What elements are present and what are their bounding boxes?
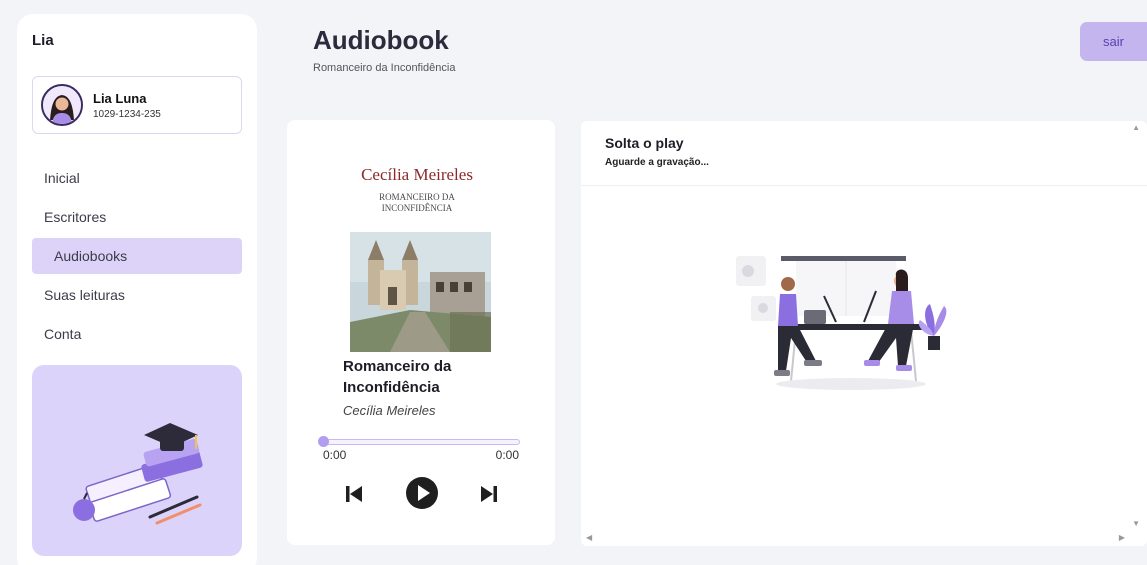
brand-name: Lia (32, 32, 54, 49)
recording-panel: Solta o play Aguarde a gravação... ▲ ▼ ◀… (581, 121, 1147, 546)
current-time: 0:00 (323, 448, 347, 462)
audiobook-player: Cecília Meireles ROMANCEIRO DA INCONFIDÊ… (287, 120, 555, 545)
progress-slider[interactable] (318, 436, 520, 447)
panel-header: Solta o play Aguarde a gravação... (581, 121, 1147, 186)
sidebar-item-escritores[interactable]: Escritores (32, 199, 242, 235)
cover-author: Cecília Meireles (361, 165, 473, 184)
sidebar: Lia Lia Luna 1029-1234-235 Inicial Escri… (17, 14, 257, 565)
scroll-left-icon[interactable]: ◀ (586, 533, 592, 542)
user-id: 1029-1234-235 (93, 108, 161, 120)
scroll-down-icon[interactable]: ▼ (1132, 519, 1140, 528)
duration-time: 0:00 (495, 448, 519, 462)
promo-illustration (32, 365, 242, 556)
sidebar-item-suas-leituras[interactable]: Suas leituras (32, 277, 242, 313)
user-profile-card[interactable]: Lia Luna 1029-1234-235 (32, 76, 242, 134)
page-subtitle: Romanceiro da Inconfidência (313, 62, 456, 74)
cover-image (350, 232, 491, 352)
playback-controls (342, 476, 502, 512)
play-icon[interactable] (405, 476, 439, 515)
progress-thumb[interactable] (318, 436, 329, 447)
panel-title: Solta o play (605, 135, 684, 151)
book-author: Cecília Meireles (343, 403, 436, 418)
next-track-icon[interactable] (480, 484, 498, 509)
scroll-up-icon[interactable]: ▲ (1132, 123, 1140, 132)
podcast-illustration (736, 246, 966, 391)
scroll-right-icon[interactable]: ▶ (1119, 533, 1125, 542)
avatar (41, 84, 83, 126)
cover-title: ROMANCEIRO DA INCONFIDÊNCIA (342, 192, 492, 214)
sidebar-item-inicial[interactable]: Inicial (32, 160, 242, 196)
cover-title-line-1: ROMANCEIRO DA (379, 192, 455, 202)
book-cover: Cecília Meireles ROMANCEIRO DA INCONFIDÊ… (342, 150, 492, 355)
book-title: Romanceiro da Inconfidência (343, 358, 452, 396)
page-title: Audiobook (313, 25, 449, 55)
previous-track-icon[interactable] (345, 484, 363, 509)
sidebar-item-audiobooks[interactable]: Audiobooks (32, 238, 242, 274)
cover-title-line-2: INCONFIDÊNCIA (381, 203, 453, 213)
panel-status: Aguarde a gravação... (605, 157, 709, 168)
sidebar-nav: Inicial Escritores Audiobooks Suas leitu… (32, 160, 242, 355)
user-name: Lia Luna (93, 90, 147, 106)
sidebar-item-conta[interactable]: Conta (32, 316, 242, 352)
logout-button[interactable]: sair (1080, 22, 1147, 61)
